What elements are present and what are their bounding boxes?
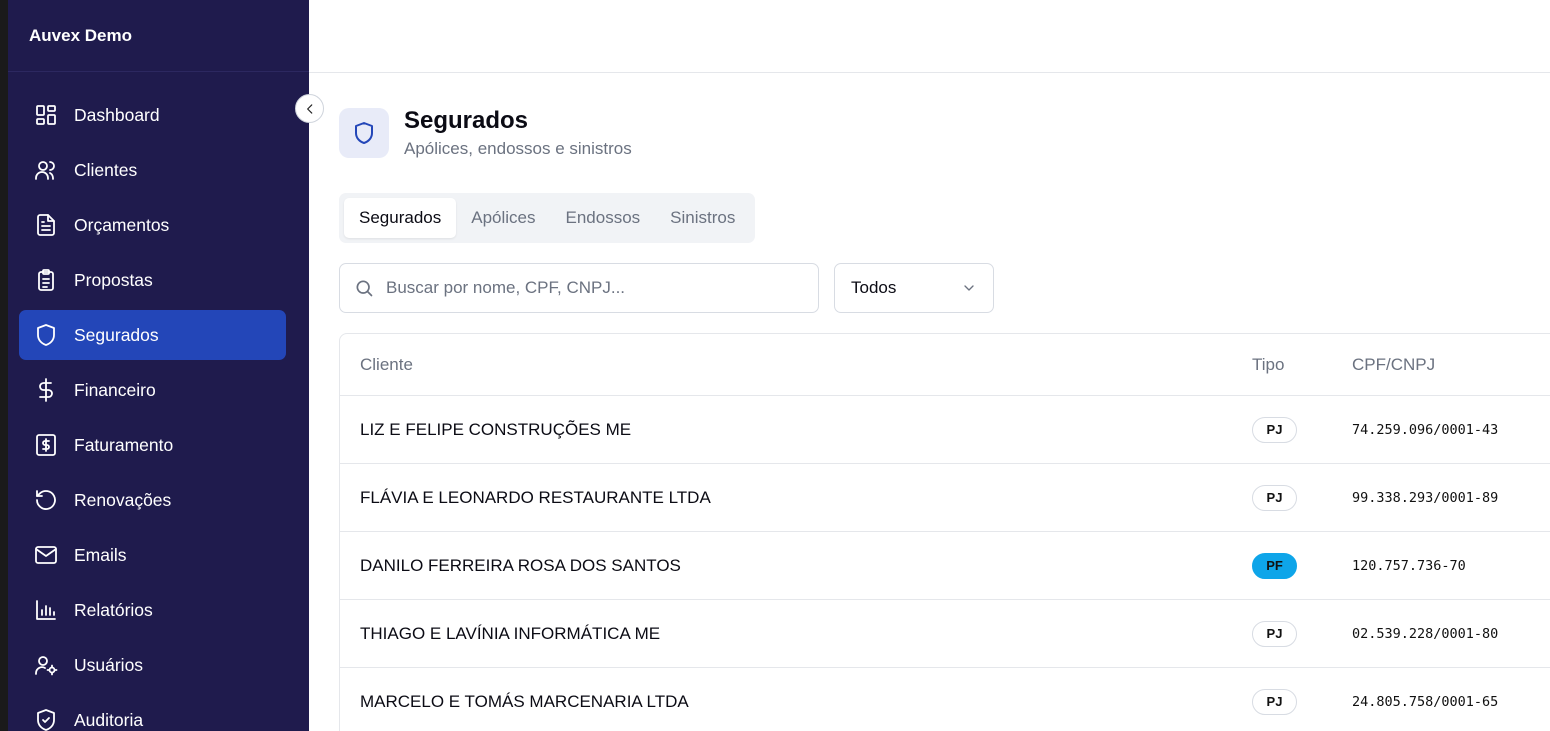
bar-chart-icon [34, 598, 58, 622]
sidebar-item-label: Orçamentos [74, 214, 170, 235]
users-icon [34, 158, 58, 182]
page-subtitle: Apólices, endossos e sinistros [404, 139, 632, 158]
sidebar-item-label: Usuários [74, 654, 144, 675]
cell-cliente: LIZ E FELIPE CONSTRUÇÕES ME [360, 419, 632, 439]
sidebar-item-renovacoes[interactable]: Renovações [19, 475, 286, 525]
cell-cliente: THIAGO E LAVÍNIA INFORMÁTICA ME [360, 623, 661, 643]
sidebar-item-label: Emails [74, 544, 127, 565]
sidebar-item-orcamentos[interactable]: Orçamentos [19, 200, 286, 250]
tab-sinistros[interactable]: Sinistros [655, 198, 750, 238]
sidebar-item-label: Segurados [74, 324, 159, 345]
dashboard-icon [34, 103, 58, 127]
mail-icon [34, 543, 58, 567]
dollar-icon [34, 378, 58, 402]
cell-cpf-cnpj: 120.757.736-70 [1352, 557, 1466, 574]
search-input[interactable] [386, 278, 786, 298]
column-header-cpf-cnpj[interactable]: CPF/CNPJ [1352, 355, 1550, 375]
chevron-left-icon [303, 102, 317, 116]
shield-icon [339, 108, 389, 158]
shield-icon [34, 323, 58, 347]
search-icon [354, 278, 386, 298]
tab-apolices[interactable]: Apólices [456, 198, 550, 238]
cell-cliente: MARCELO E TOMÁS MARCENARIA LTDA [360, 691, 689, 711]
cell-cpf-cnpj: 74.259.096/0001-43 [1352, 421, 1499, 438]
sidebar-item-label: Renovações [74, 489, 172, 510]
tab-endossos[interactable]: Endossos [551, 198, 656, 238]
sidebar-item-label: Clientes [74, 159, 138, 180]
filter-selected-value: Todos [851, 278, 897, 297]
sidebar-item-auditoria[interactable]: Auditoria [19, 695, 286, 731]
cell-cpf-cnpj: 02.539.228/0001-80 [1352, 625, 1499, 642]
brand-name: Auvex Demo [8, 0, 309, 72]
cell-cpf-cnpj: 24.805.758/0001-65 [1352, 693, 1499, 710]
cell-cliente: FLÁVIA E LEONARDO RESTAURANTE LTDA [360, 487, 711, 507]
page-header: Segurados Apólices, endossos e sinistros [339, 108, 632, 159]
table-row[interactable]: LIZ E FELIPE CONSTRUÇÕES ME PJ 74.259.09… [340, 396, 1550, 464]
search-box [339, 263, 819, 313]
sidebar-item-dashboard[interactable]: Dashboard [19, 90, 286, 140]
sidebar-item-propostas[interactable]: Propostas [19, 255, 286, 305]
insured-table: Cliente Tipo CPF/CNPJ LIZ E FELIPE CONST… [339, 333, 1550, 731]
sidebar-item-label: Propostas [74, 269, 153, 290]
refresh-icon [34, 488, 58, 512]
sidebar-item-faturamento[interactable]: Faturamento [19, 420, 286, 470]
sidebar-item-label: Relatórios [74, 599, 153, 620]
sidebar-item-label: Faturamento [74, 434, 174, 455]
sidebar-item-usuarios[interactable]: Usuários [19, 640, 286, 690]
window-edge [0, 0, 8, 731]
sidebar-item-label: Financeiro [74, 379, 156, 400]
type-filter-select[interactable]: Todos [834, 263, 994, 313]
table-row[interactable]: FLÁVIA E LEONARDO RESTAURANTE LTDA PJ 99… [340, 464, 1550, 532]
table-row[interactable]: DANILO FERREIRA ROSA DOS SANTOS PF 120.7… [340, 532, 1550, 600]
top-bar [309, 0, 1550, 73]
cell-cliente: DANILO FERREIRA ROSA DOS SANTOS [360, 555, 681, 575]
tab-segurados[interactable]: Segurados [344, 198, 457, 238]
sidebar-item-label: Dashboard [74, 104, 160, 125]
page-title: Segurados [404, 107, 529, 134]
clipboard-icon [34, 268, 58, 292]
sidebar-nav: Dashboard Clientes Orçamentos Propostas … [19, 90, 286, 731]
tab-bar: Segurados Apólices Endossos Sinistros [339, 193, 756, 243]
receipt-icon [34, 433, 58, 457]
document-icon [34, 213, 58, 237]
collapse-sidebar-button[interactable] [295, 94, 324, 123]
chevron-down-icon [961, 280, 977, 296]
cell-cpf-cnpj: 99.338.293/0001-89 [1352, 489, 1499, 506]
sidebar: Auvex Demo Dashboard Clientes Orçamentos… [8, 0, 309, 731]
table-header: Cliente Tipo CPF/CNPJ [340, 334, 1550, 396]
table-row[interactable]: MARCELO E TOMÁS MARCENARIA LTDA PJ 24.80… [340, 668, 1550, 731]
column-header-cliente[interactable]: Cliente [360, 355, 1272, 375]
table-row[interactable]: THIAGO E LAVÍNIA INFORMÁTICA ME PJ 02.53… [340, 600, 1550, 668]
sidebar-item-emails[interactable]: Emails [19, 530, 286, 580]
sidebar-item-segurados[interactable]: Segurados [19, 310, 286, 360]
sidebar-item-financeiro[interactable]: Financeiro [19, 365, 286, 415]
sidebar-item-label: Auditoria [74, 709, 144, 730]
shield-check-icon [34, 708, 58, 731]
sidebar-item-clientes[interactable]: Clientes [19, 145, 286, 195]
user-settings-icon [34, 653, 58, 677]
sidebar-item-relatorios[interactable]: Relatórios [19, 585, 286, 635]
